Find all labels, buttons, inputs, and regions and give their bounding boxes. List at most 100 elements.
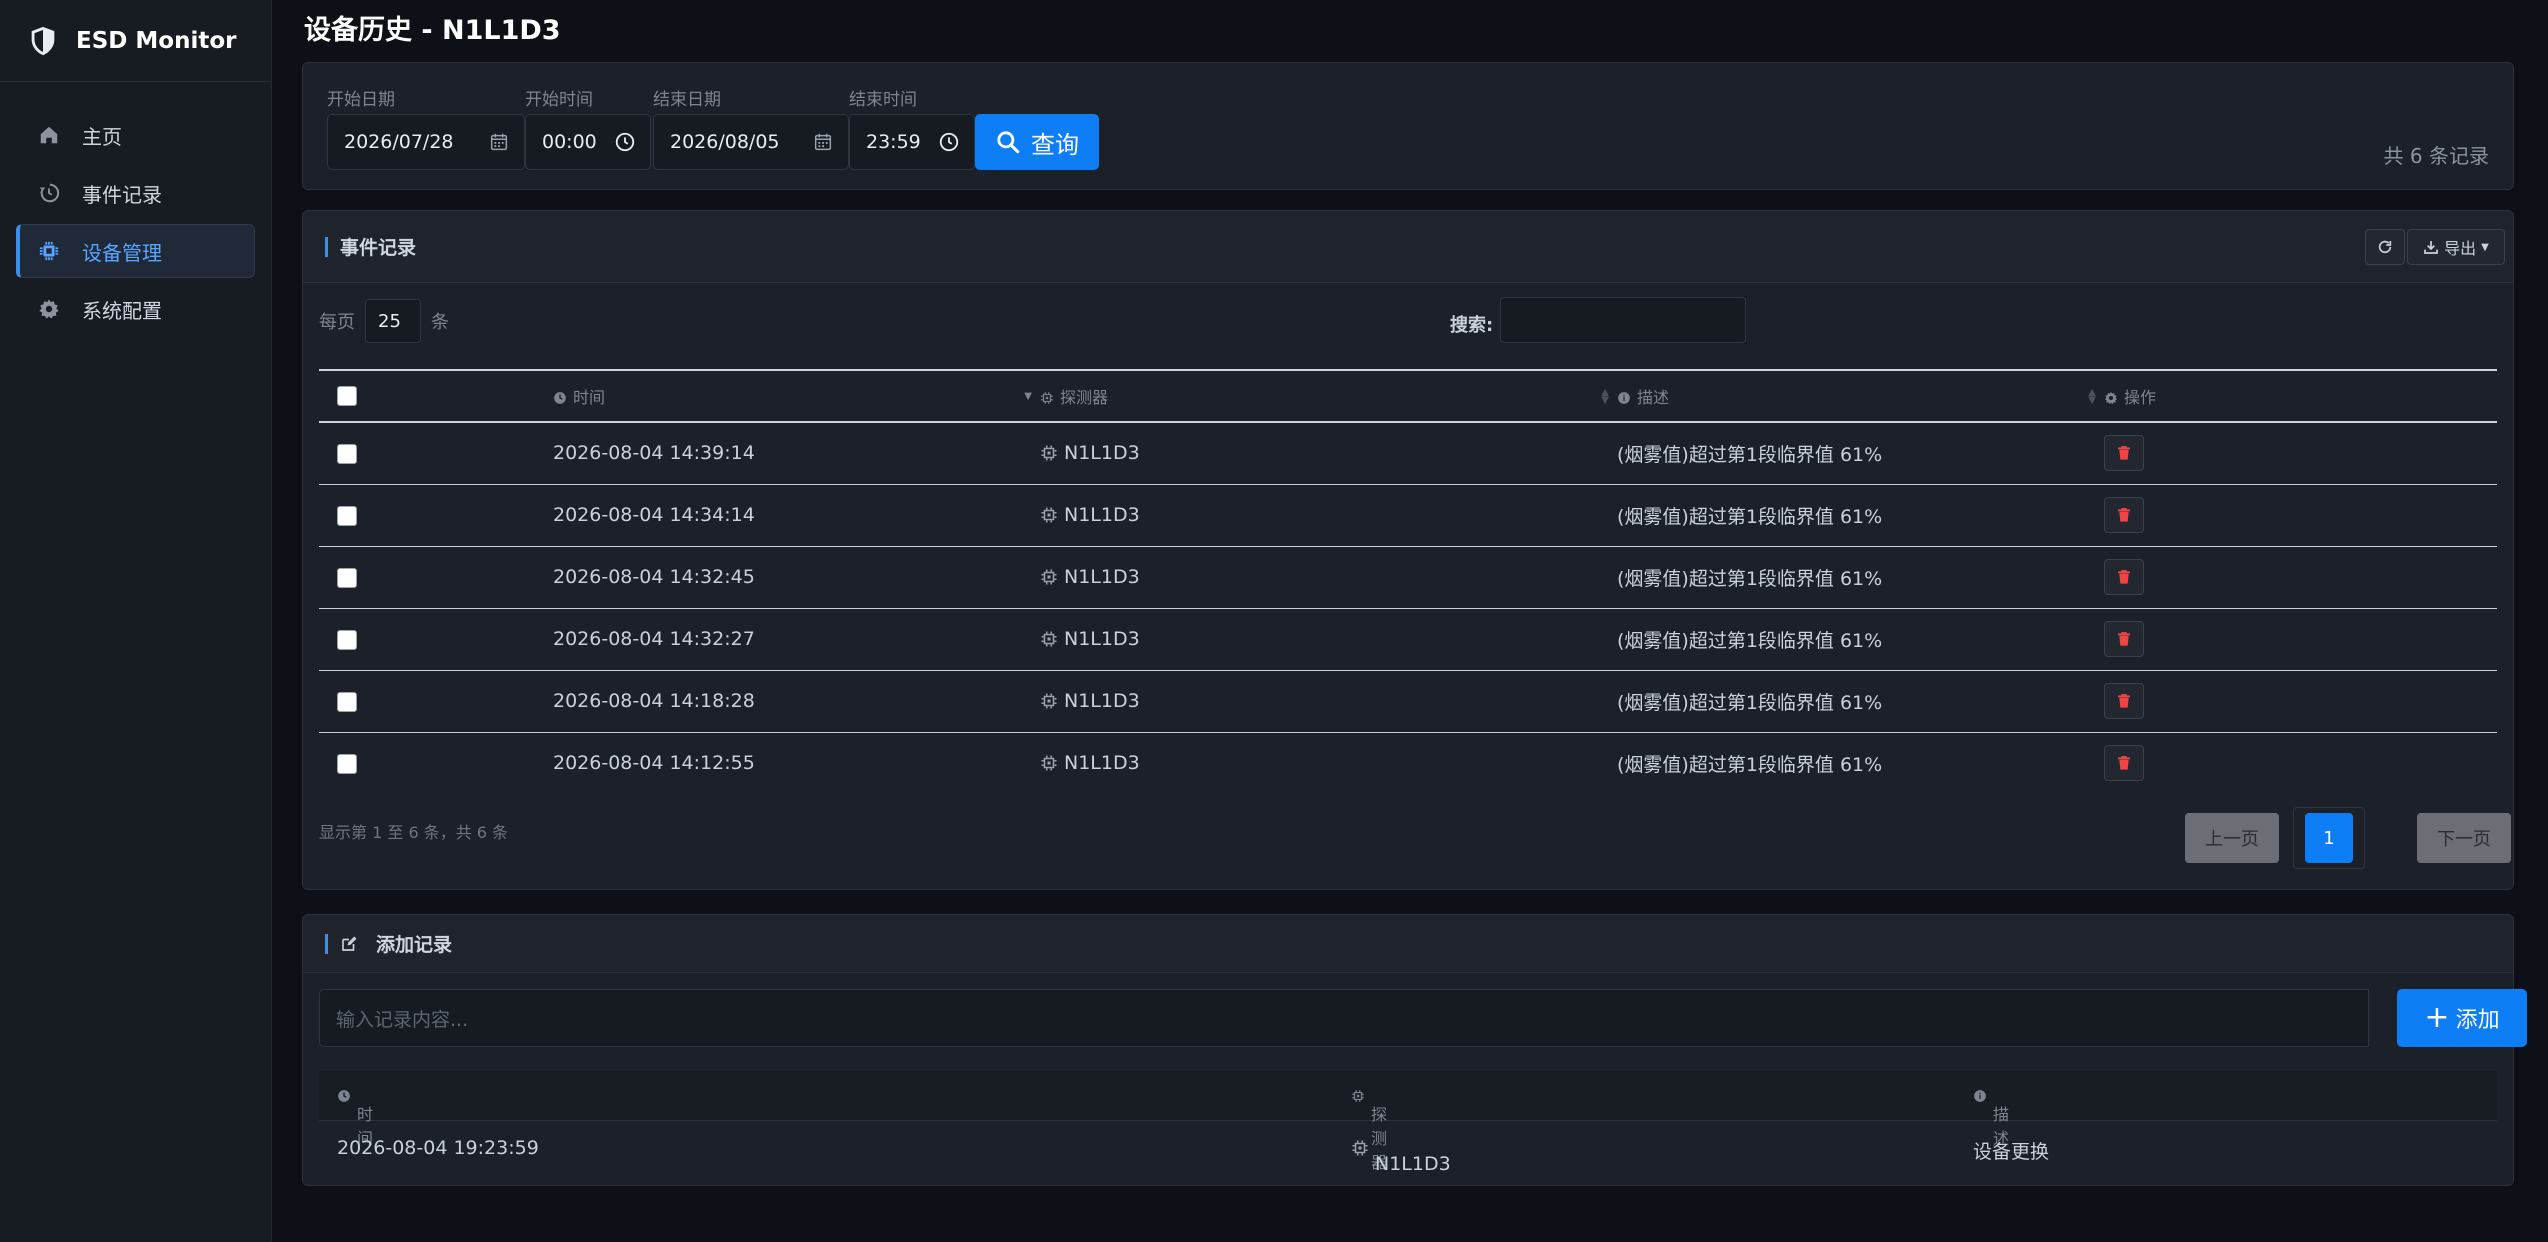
sidebar-item-label: 设备管理 bbox=[82, 240, 162, 265]
row-time: 2026-08-04 14:18:28 bbox=[553, 670, 1040, 733]
record-content-input[interactable]: 输入记录内容... bbox=[319, 989, 2369, 1047]
delete-button[interactable] bbox=[2104, 745, 2144, 782]
page-length-select[interactable]: 25 bbox=[365, 299, 421, 343]
home-icon bbox=[38, 124, 60, 146]
detector-name: N1L1D3 bbox=[1064, 566, 1140, 588]
calendar-icon[interactable] bbox=[488, 131, 510, 153]
delete-button[interactable] bbox=[2104, 559, 2144, 595]
row-detector: N1L1D3 bbox=[1040, 484, 1617, 547]
add-record-card: 添加记录 输入记录内容... + 添加 时间 探测器 描述 2026-08-04… bbox=[302, 914, 2527, 1186]
record-detector: N1L1D3 bbox=[1351, 1137, 1451, 1175]
total-records: 共 6 条记录 bbox=[2383, 144, 2489, 168]
delete-button[interactable] bbox=[2104, 435, 2144, 472]
chip-icon bbox=[1041, 392, 1053, 404]
end-date-field[interactable]: 2026/08/05 bbox=[653, 114, 849, 170]
row-select-cell bbox=[319, 670, 553, 733]
start-date-value: 2026/07/28 bbox=[344, 131, 454, 153]
add-record-button[interactable]: + 添加 bbox=[2397, 989, 2527, 1047]
column-header-desc[interactable]: 描述 ▲ ▼ bbox=[1617, 369, 2104, 423]
start-time-field[interactable]: 00:00 bbox=[525, 114, 651, 170]
row-checkbox[interactable] bbox=[337, 443, 357, 464]
refresh-icon bbox=[2378, 240, 2392, 254]
delete-button[interactable] bbox=[2104, 683, 2144, 719]
start-date-field[interactable]: 2026/07/28 bbox=[327, 114, 525, 170]
row-checkbox[interactable] bbox=[337, 691, 357, 712]
next-page-button[interactable]: 下一页 bbox=[2417, 813, 2511, 863]
sidebar-item-label: 事件记录 bbox=[82, 182, 162, 207]
row-select-cell bbox=[319, 546, 553, 609]
trash-icon bbox=[2118, 570, 2130, 584]
prev-page-button[interactable]: 上一页 bbox=[2185, 813, 2279, 863]
sidebar-item-devices[interactable]: 设备管理 bbox=[16, 224, 255, 278]
chip-icon bbox=[38, 240, 60, 262]
end-time-value: 23:59 bbox=[866, 131, 921, 153]
query-button[interactable]: 查询 bbox=[975, 114, 1099, 170]
table-header-row: 时间 ▼ 探测器 ▲ ▼ 描述 ▲ ▼ 操作 bbox=[319, 369, 2497, 423]
events-card: 事件记录 导出 ▼ 每页 25 条 搜索: 时间 ▼ 探测器 ▲ ▼ 描述 ▲ … bbox=[302, 210, 2514, 890]
row-detector: N1L1D3 bbox=[1040, 670, 1617, 733]
end-time-field[interactable]: 23:59 bbox=[849, 114, 975, 170]
delete-button[interactable] bbox=[2104, 497, 2144, 533]
edit-icon bbox=[342, 936, 357, 951]
detector-name: N1L1D3 bbox=[1064, 690, 1140, 712]
chip-icon bbox=[1041, 693, 1057, 709]
sidebar: ESD Monitor 主页 事件记录 设备管理 系统配置 bbox=[0, 0, 272, 1242]
chip-icon bbox=[1041, 569, 1057, 585]
table-row: 2026-08-04 14:39:14 N1L1D3 (烟雾值)超过第1段临界值 6… bbox=[319, 422, 2497, 485]
sidebar-item-settings[interactable]: 系统配置 bbox=[16, 282, 255, 336]
row-detector: N1L1D3 bbox=[1040, 608, 1617, 671]
clock-icon[interactable] bbox=[614, 131, 636, 153]
events-card-header: 事件记录 导出 ▼ bbox=[303, 211, 2513, 283]
clock-icon[interactable] bbox=[938, 131, 960, 153]
column-header-time[interactable]: 时间 ▼ bbox=[553, 369, 1040, 423]
row-time: 2026-08-04 14:32:45 bbox=[553, 546, 1040, 609]
end-date-label: 结束日期 bbox=[653, 90, 721, 110]
row-checkbox[interactable] bbox=[337, 505, 357, 526]
shield-logo-icon bbox=[26, 24, 60, 58]
plus-icon: + bbox=[2424, 1000, 2450, 1035]
query-button-label: 查询 bbox=[1031, 130, 1079, 159]
delete-button[interactable] bbox=[2104, 621, 2144, 657]
sidebar-item-events[interactable]: 事件记录 bbox=[16, 166, 255, 220]
row-detector: N1L1D3 bbox=[1040, 546, 1617, 609]
row-time: 2026-08-04 14:34:14 bbox=[553, 484, 1040, 547]
add-button-label: 添加 bbox=[2455, 1008, 2500, 1033]
add-card-title: 添加记录 bbox=[376, 934, 453, 956]
column-header-detector[interactable]: 探测器 ▲ ▼ bbox=[1040, 369, 1617, 423]
start-date-label: 开始日期 bbox=[327, 90, 395, 110]
row-desc: (烟雾值)超过第1段临界值 61% bbox=[1617, 484, 2104, 547]
header-accent bbox=[325, 236, 328, 257]
table-row: 2026-08-04 14:32:45 N1L1D3 (烟雾值)超过第1段临界值 6… bbox=[319, 546, 2497, 609]
row-action bbox=[2104, 422, 2497, 485]
records-table-header: 时间 探测器 描述 bbox=[319, 1071, 2497, 1172]
gear-icon bbox=[2104, 391, 2118, 405]
chip-icon bbox=[1041, 445, 1057, 461]
brand[interactable]: ESD Monitor bbox=[0, 0, 271, 82]
sidebar-item-home[interactable]: 主页 bbox=[16, 108, 255, 162]
column-header-desc: 描述 bbox=[1973, 1086, 2009, 1148]
row-desc: (烟雾值)超过第1段临界值 61% bbox=[1617, 422, 2104, 485]
chip-icon bbox=[1352, 1090, 1364, 1102]
record-time: 2026-08-04 19:23:59 bbox=[337, 1137, 539, 1159]
search-label: 搜索: bbox=[1450, 315, 1494, 336]
detector-name: N1L1D3 bbox=[1064, 628, 1140, 650]
select-all-checkbox[interactable] bbox=[337, 386, 357, 407]
column-label: 操作 bbox=[2124, 388, 2157, 407]
chip-icon bbox=[1041, 755, 1057, 771]
row-checkbox[interactable] bbox=[337, 753, 357, 774]
trash-icon bbox=[2118, 694, 2130, 708]
row-checkbox[interactable] bbox=[337, 567, 357, 588]
refresh-button[interactable] bbox=[2365, 229, 2405, 265]
search-input[interactable] bbox=[1500, 297, 1746, 343]
page-1-button[interactable]: 1 bbox=[2305, 813, 2353, 863]
sort-desc-icon: ▼ bbox=[1024, 391, 1032, 402]
column-header-time: 时间 bbox=[337, 1086, 373, 1148]
row-action bbox=[2104, 608, 2497, 671]
row-select-cell bbox=[319, 422, 553, 485]
record-desc: 设备更换 bbox=[1973, 1141, 2050, 1163]
sort-icon: ▲ ▼ bbox=[1601, 387, 1609, 406]
chip-icon bbox=[1041, 507, 1057, 523]
row-checkbox[interactable] bbox=[337, 629, 357, 650]
calendar-icon[interactable] bbox=[812, 131, 834, 153]
export-button[interactable]: 导出 ▼ bbox=[2407, 229, 2505, 265]
